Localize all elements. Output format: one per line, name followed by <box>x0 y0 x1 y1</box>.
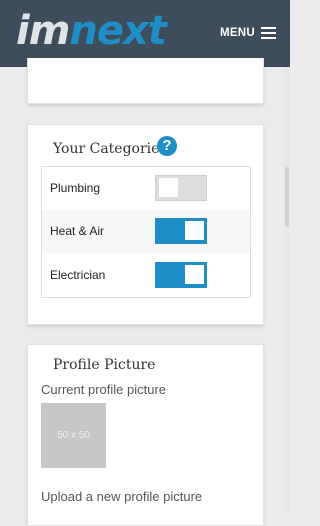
profile-picture-placeholder: 50 x 50 <box>41 403 106 468</box>
toggle-knob <box>185 221 204 240</box>
logo-text-next: next <box>69 8 167 54</box>
menu-button[interactable]: MENU <box>220 22 276 44</box>
category-row-electrician: Electrician <box>42 254 250 297</box>
imnext-logo[interactable]: imnext <box>16 6 167 56</box>
help-icon[interactable]: ? <box>157 136 177 156</box>
toggle-knob <box>185 265 204 284</box>
plumbing-toggle[interactable] <box>155 175 207 201</box>
category-label: Electrician <box>50 268 106 282</box>
category-label: Heat & Air <box>50 224 105 238</box>
current-picture-label: Current profile picture <box>41 382 166 397</box>
upload-picture-label: Upload a new profile picture <box>41 489 203 504</box>
categories-title: Your Categories <box>53 141 167 157</box>
category-row-heat-air: Heat & Air <box>42 210 250 253</box>
categories-card: Your Categories ? Plumbing Heat & Air El… <box>27 124 264 325</box>
previous-card-bottom <box>27 58 264 104</box>
profile-picture-card: Profile Picture Current profile picture … <box>27 344 264 526</box>
menu-label: MENU <box>219 27 255 39</box>
profile-picture-title: Profile Picture <box>53 357 156 373</box>
electrician-toggle[interactable] <box>155 262 207 288</box>
scrollbar-track[interactable] <box>284 67 290 512</box>
logo-text-im: im <box>16 8 70 54</box>
heat-air-toggle[interactable] <box>155 218 207 244</box>
category-row-plumbing: Plumbing <box>42 167 250 210</box>
categories-table: Plumbing Heat & Air Electrician <box>41 166 251 298</box>
hamburger-icon <box>261 27 276 39</box>
top-navbar: imnext MENU <box>0 0 290 67</box>
scrollbar-thumb[interactable] <box>285 167 289 227</box>
category-label: Plumbing <box>50 181 101 195</box>
toggle-knob <box>159 178 178 197</box>
